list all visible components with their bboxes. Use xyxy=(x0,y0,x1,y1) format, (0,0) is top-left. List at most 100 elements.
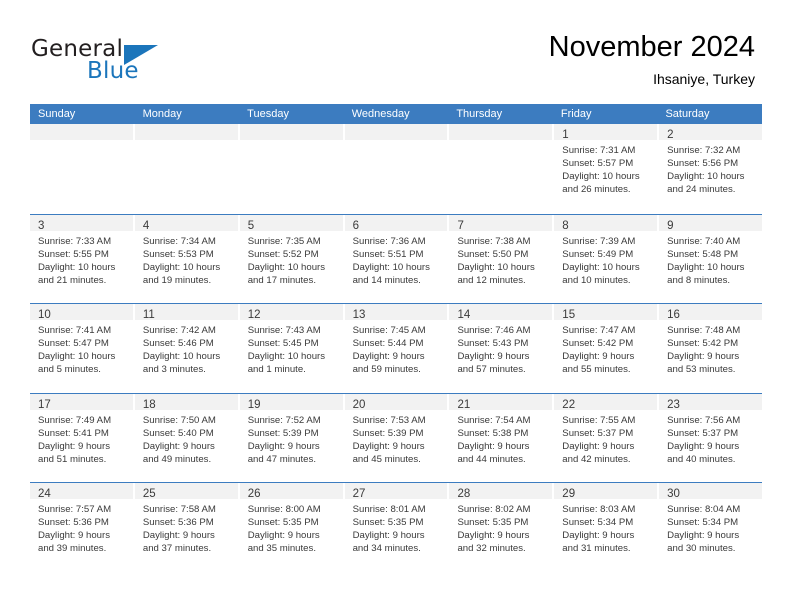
sunrise-text: Sunrise: 7:32 AM xyxy=(667,145,741,156)
weekday-header-tuesday: Tuesday xyxy=(247,108,289,120)
day-sun-info: Sunrise: 7:34 AM Sunset: 5:53 PM Daylight:… xyxy=(135,231,238,287)
sunrise-text: Sunrise: 7:36 AM xyxy=(352,235,426,247)
day-cell-9[interactable]: 9 Sunrise: 7:40 AM Sunset: 5:48 PM Daylight… xyxy=(659,214,763,303)
day-number-band: 24 xyxy=(30,483,133,500)
sunset-text: Sunset: 5:34 PM xyxy=(667,517,739,529)
day-cell-5[interactable]: 5 Sunrise: 7:35 AM Sunset: 5:52 PM Daylight… xyxy=(239,214,345,303)
day-cell-30[interactable]: 30 Sunrise: 8:04 AM Sunset: 5:34 PM Dayligh… xyxy=(659,483,763,572)
day-sun-info: Sunrise: 7:36 AM Sunset: 5:51 PM Daylight:… xyxy=(345,231,448,287)
day-cell-23[interactable]: 23 Sunrise: 7:56 AM Sunset: 5:37 PM Dayligh… xyxy=(659,393,763,482)
day-cell-21[interactable]: 21 Sunrise: 7:54 AM Sunset: 5:38 PM Dayligh… xyxy=(449,393,555,482)
daylight-text: and 37 minutes. xyxy=(142,543,212,555)
day-cell-24[interactable]: 24 Sunrise: 7:57 AM Sunset: 5:36 PM Dayligh… xyxy=(30,483,135,572)
day-number: 30 xyxy=(667,488,680,500)
day-number: 12 xyxy=(247,309,261,321)
daylight-text: and 5 minutes. xyxy=(38,364,101,376)
daylight-text: and 34 minutes. xyxy=(352,543,421,555)
day-cell-19[interactable]: 19 Sunrise: 7:52 AM Sunset: 5:39 PM Dayligh… xyxy=(239,393,345,482)
sunrise-text: Sunrise: 7:35 AM xyxy=(247,235,321,247)
daylight-text: Daylight: 10 hours xyxy=(247,261,326,273)
day-cell-11[interactable]: 11 Sunrise: 7:42 AM Sunset: 5:46 PM Dayligh… xyxy=(134,304,240,393)
day-cell-25[interactable]: 25 Sunrise: 7:58 AM Sunset: 5:36 PM Dayligh… xyxy=(134,483,240,572)
sunrise-text: Sunrise: 7:40 AM xyxy=(667,235,741,247)
day-cell-27[interactable]: 27 Sunrise: 8:01 AM Sunset: 5:35 PM Dayligh… xyxy=(344,483,450,572)
sunrise-text: Sunrise: 7:42 AM xyxy=(142,325,216,336)
day-cell-empty xyxy=(344,124,450,214)
calendar-week-row: 1 Sunrise: 7:31 AM Sunset: 5:57 PM Daylight… xyxy=(30,124,763,214)
day-cell-17[interactable]: 17 Sunrise: 7:49 AM Sunset: 5:41 PM Dayligh… xyxy=(30,393,135,482)
day-cell-2[interactable]: 2 Sunrise: 7:32 AM Sunset: 5:56 PM Daylight… xyxy=(659,124,763,214)
daylight-text: and 31 minutes. xyxy=(562,543,631,555)
day-cell-13[interactable]: 13 Sunrise: 7:45 AM Sunset: 5:44 PM Dayligh… xyxy=(344,304,450,393)
day-cell-8[interactable]: 8 Sunrise: 7:39 AM Sunset: 5:49 PM Daylight… xyxy=(554,214,660,303)
day-cell-3[interactable]: 3 Sunrise: 7:33 AM Sunset: 5:55 PM Daylight… xyxy=(30,214,135,303)
day-number-band: 23 xyxy=(659,393,763,411)
day-sun-info: Sunrise: 7:47 AM Sunset: 5:42 PM Daylight:… xyxy=(554,320,657,376)
day-cell-1[interactable]: 1 Sunrise: 7:31 AM Sunset: 5:57 PM Daylight… xyxy=(554,124,660,214)
daylight-text: Daylight: 10 hours xyxy=(38,351,116,363)
day-sun-info: Sunrise: 7:49 AM Sunset: 5:41 PM Daylight:… xyxy=(30,410,133,466)
day-cell-26[interactable]: 26 Sunrise: 8:00 AM Sunset: 5:35 PM Dayligh… xyxy=(239,483,345,572)
day-cell-15[interactable]: 15 Sunrise: 7:47 AM Sunset: 5:42 PM Dayligh… xyxy=(554,304,660,393)
daylight-text: Daylight: 10 hours xyxy=(142,351,221,363)
daylight-text: Daylight: 9 hours xyxy=(352,351,425,363)
day-cell-14[interactable]: 14 Sunrise: 7:46 AM Sunset: 5:43 PM Dayligh… xyxy=(449,304,555,393)
day-sun-info: Sunrise: 7:43 AM Sunset: 5:45 PM Daylight:… xyxy=(240,320,343,376)
day-number-band: 10 xyxy=(30,304,133,321)
daylight-text: Daylight: 9 hours xyxy=(352,440,425,452)
day-number-band: 7 xyxy=(449,214,553,232)
daylight-text: Daylight: 10 hours xyxy=(667,171,745,183)
day-cell-12[interactable]: 12 Sunrise: 7:43 AM Sunset: 5:45 PM Dayligh… xyxy=(239,304,345,393)
daylight-text: Daylight: 9 hours xyxy=(38,530,110,542)
calendar-week-row: 3 Sunrise: 7:33 AM Sunset: 5:55 PM Daylight… xyxy=(30,213,763,303)
day-number: 11 xyxy=(142,309,155,321)
daylight-text: Daylight: 9 hours xyxy=(457,530,530,542)
day-number: 1 xyxy=(562,129,569,141)
day-number: 6 xyxy=(352,219,359,232)
daylight-text: Daylight: 9 hours xyxy=(667,351,740,363)
day-sun-info: Sunrise: 7:38 AM Sunset: 5:50 PM Daylight:… xyxy=(449,231,552,287)
day-sun-info: Sunrise: 7:52 AM Sunset: 5:39 PM Daylight:… xyxy=(240,410,343,466)
day-number-band: 29 xyxy=(554,483,658,500)
day-number: 9 xyxy=(667,219,674,232)
sunset-text: Sunset: 5:41 PM xyxy=(38,427,109,439)
day-number-band: 20 xyxy=(344,393,448,411)
sunset-text: Sunset: 5:42 PM xyxy=(562,338,634,350)
daylight-text: and 14 minutes. xyxy=(352,274,421,286)
day-cell-empty xyxy=(134,124,240,214)
daylight-text: and 44 minutes. xyxy=(457,453,526,465)
sunrise-text: Sunrise: 7:57 AM xyxy=(38,504,112,515)
day-cell-10[interactable]: 10 Sunrise: 7:41 AM Sunset: 5:47 PM Dayligh… xyxy=(30,304,135,393)
weekday-header-sunday: Sunday xyxy=(38,108,76,120)
daylight-text: Daylight: 10 hours xyxy=(562,261,640,273)
sunset-text: Sunset: 5:37 PM xyxy=(562,427,634,439)
sunset-text: Sunset: 5:36 PM xyxy=(38,517,109,529)
day-number-band: 19 xyxy=(239,393,343,411)
day-cell-22[interactable]: 22 Sunrise: 7:55 AM Sunset: 5:37 PM Dayligh… xyxy=(554,393,660,482)
day-cell-28[interactable]: 28 Sunrise: 8:02 AM Sunset: 5:35 PM Dayligh… xyxy=(449,483,555,572)
daylight-text: Daylight: 10 hours xyxy=(667,261,745,273)
day-sun-info: Sunrise: 8:02 AM Sunset: 5:35 PM Daylight:… xyxy=(449,499,552,555)
day-sun-info: Sunrise: 7:57 AM Sunset: 5:36 PM Daylight:… xyxy=(30,499,133,555)
daylight-text: and 12 minutes. xyxy=(457,274,526,286)
sunrise-text: Sunrise: 7:48 AM xyxy=(667,325,741,336)
day-cell-16[interactable]: 16 Sunrise: 7:48 AM Sunset: 5:42 PM Dayligh… xyxy=(659,304,763,393)
day-number: 24 xyxy=(38,488,51,500)
brand-logo[interactable]: General Blue xyxy=(31,36,221,86)
day-cell-4[interactable]: 4 Sunrise: 7:34 AM Sunset: 5:53 PM Daylight… xyxy=(134,214,240,303)
day-sun-info: Sunrise: 7:32 AM Sunset: 5:56 PM Daylight:… xyxy=(659,140,762,196)
day-sun-info: Sunrise: 7:56 AM Sunset: 5:37 PM Daylight:… xyxy=(659,410,762,466)
day-cell-6[interactable]: 6 Sunrise: 7:36 AM Sunset: 5:51 PM Daylight… xyxy=(344,214,450,303)
day-sun-info: Sunrise: 7:55 AM Sunset: 5:37 PM Daylight:… xyxy=(554,410,657,466)
day-cell-18[interactable]: 18 Sunrise: 7:50 AM Sunset: 5:40 PM Dayligh… xyxy=(134,393,240,482)
daylight-text: Daylight: 10 hours xyxy=(38,261,116,273)
day-number: 27 xyxy=(352,488,366,500)
day-sun-info: Sunrise: 7:46 AM Sunset: 5:43 PM Daylight:… xyxy=(449,320,552,376)
day-cell-29[interactable]: 29 Sunrise: 8:03 AM Sunset: 5:34 PM Dayligh… xyxy=(554,483,660,572)
sunset-text: Sunset: 5:44 PM xyxy=(352,338,424,350)
day-cell-20[interactable]: 20 Sunrise: 7:53 AM Sunset: 5:39 PM Dayligh… xyxy=(344,393,450,482)
sunrise-text: Sunrise: 8:04 AM xyxy=(667,504,741,515)
day-cell-7[interactable]: 7 Sunrise: 7:38 AM Sunset: 5:50 PM Daylight… xyxy=(449,214,555,303)
sunset-text: Sunset: 5:43 PM xyxy=(457,338,529,350)
weekday-header-saturday: Saturday xyxy=(665,108,710,120)
